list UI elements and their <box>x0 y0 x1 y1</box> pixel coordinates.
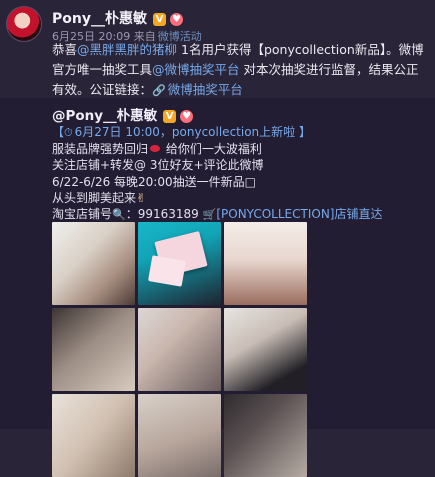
reposted-card: @Pony__朴惠敏 V ♥ 【⏱ 6月27日 10:00，ponycollectio… <box>0 98 435 477</box>
mention-lottery-link[interactable]: @微博抽奖平台 <box>152 62 240 77</box>
photo-thumbnail[interactable] <box>224 308 307 391</box>
beauty-text: 从头到脚美起来 <box>52 190 137 205</box>
bracket-close: 】 <box>295 125 311 139</box>
shop-number: ：99163189 <box>125 207 199 222</box>
brand-line: 服装品牌强势回归 给你们一大波福利 <box>52 141 430 157</box>
photo-thumbnail[interactable] <box>52 308 135 391</box>
verified-v-icon: V <box>163 110 177 123</box>
photo-thumbnail[interactable] <box>138 222 221 305</box>
photo-thumbnail[interactable] <box>224 394 307 477</box>
body-text-1: 恭喜 <box>52 42 78 57</box>
lottery-platform-link[interactable]: 微博抽奖平台 <box>168 82 243 97</box>
brand-text: 服装品牌强势回归 <box>52 142 149 157</box>
repost-author[interactable]: @Pony__朴惠敏 <box>52 108 157 124</box>
repost-author-row: @Pony__朴惠敏 V ♥ <box>52 104 194 124</box>
follow-line: 关注店铺+转发@ 3位好友+评论此微博 <box>52 158 264 173</box>
heart-badge-icon: ♥ <box>169 13 183 26</box>
photo-thumbnail[interactable] <box>52 394 135 477</box>
victory-hand-icon: ✌ <box>136 190 147 205</box>
weibo-post: Pony__朴惠敏 V ♥ 6月25日 20:09 来自 微博活动 恭喜@黑胖黑胖的猪… <box>0 0 435 477</box>
schedule-line: 6/22-6/26 每晚20:00抽送一件新品□ <box>52 174 256 189</box>
photo-thumbnail[interactable] <box>224 222 307 305</box>
beauty-line: 从头到脚美起来✌ <box>52 190 430 206</box>
post-body: 恭喜@黑胖黑胖的猪柳 1名用户获得【ponycollection新品】。微博官方… <box>52 40 430 101</box>
shop-label: 淘宝店铺号 <box>52 207 113 222</box>
photo-thumbnail[interactable] <box>52 222 135 305</box>
heart-badge-icon: ♥ <box>180 110 194 123</box>
clock-icon: ⏱ <box>64 126 73 139</box>
launch-line: 【⏱ 6月27日 10:00，ponycollection上新啦 】 <box>52 124 430 141</box>
mention-user-link[interactable]: @黑胖黑胖的猪柳 <box>77 42 177 57</box>
cart-icon: 🛒 <box>202 208 217 222</box>
author-avatar[interactable] <box>6 6 42 42</box>
author-name[interactable]: Pony__朴惠敏 <box>52 11 147 27</box>
lips-icon <box>150 145 161 153</box>
bracket-open: 【 <box>52 125 65 139</box>
photo-thumbnail[interactable] <box>138 308 221 391</box>
launch-link[interactable]: 6月27日 10:00，ponycollection上新啦 <box>75 125 296 139</box>
verified-v-icon: V <box>152 13 166 26</box>
author-row: Pony__朴惠敏 V ♥ <box>52 8 183 28</box>
shop-link[interactable]: [PONYCOLLECTION]店铺直达 <box>216 207 382 221</box>
magnifier-icon: 🔍 <box>112 208 126 222</box>
link-icon: 🔗 <box>152 84 166 97</box>
repost-body: 【⏱ 6月27日 10:00，ponycollection上新啦 】 服装品牌强势… <box>52 124 430 223</box>
benefit-text: 给你们一大波福利 <box>162 142 262 157</box>
shop-line: 淘宝店铺号🔍：99163189 🛒[PONYCOLLECTION]店铺直达 <box>52 206 430 223</box>
pink-card <box>148 255 186 287</box>
photo-thumbnail[interactable] <box>138 394 221 477</box>
